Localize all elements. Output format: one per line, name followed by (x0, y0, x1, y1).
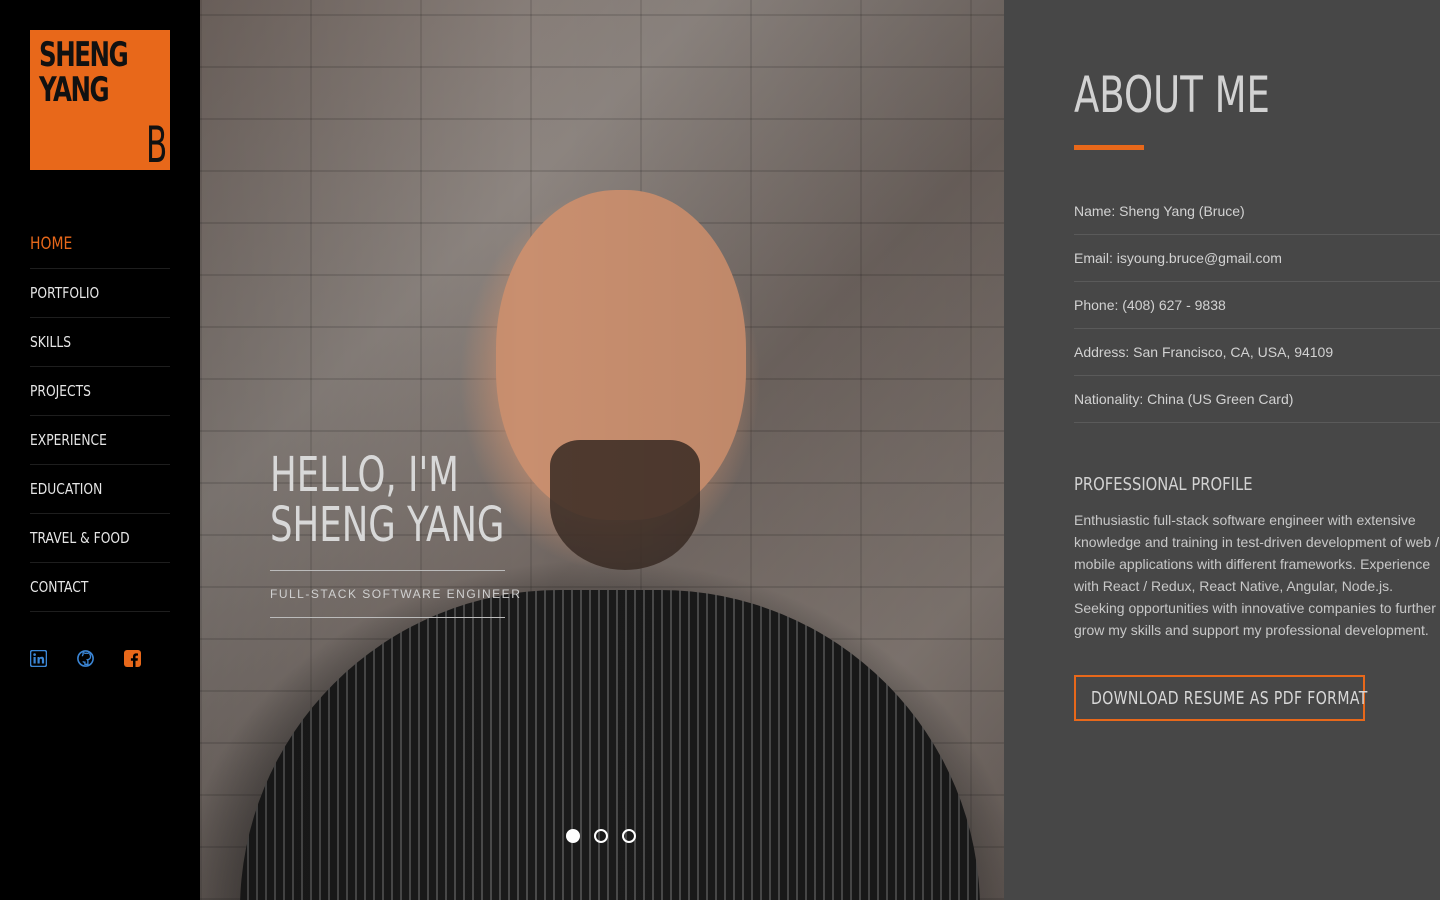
profile-text: Enthusiastic full-stack software enginee… (1074, 512, 1439, 638)
logo-line-1: SHENG (39, 35, 129, 75)
social-links (30, 650, 141, 667)
facebook-icon[interactable] (124, 650, 141, 667)
info-email: Email: isyoung.bruce@gmail.com (1074, 235, 1440, 282)
hero-tagline-box: FULL-STACK SOFTWARE ENGINEER (270, 570, 520, 618)
nav-item-label: SKILLS (30, 333, 72, 351)
logo[interactable]: SHENG YANG B (30, 30, 170, 170)
about-title: ABOUT ME (1074, 66, 1270, 124)
slider-dot-1[interactable] (566, 829, 580, 843)
nav-item-education[interactable]: EDUCATION (30, 465, 170, 514)
hero-slider: HELLO, I'M SHENG YANG FULL-STACK SOFTWAR… (200, 0, 1004, 900)
main-nav: HOME PORTFOLIO SKILLS PROJECTS EXPERIENC… (30, 220, 170, 612)
nav-item-label: EDUCATION (30, 480, 103, 498)
nav-item-label: PORTFOLIO (30, 284, 100, 302)
hero-greeting: HELLO, I'M SHENG YANG (270, 450, 504, 550)
nav-item-projects[interactable]: PROJECTS (30, 367, 170, 416)
hero-greeting-line-2: SHENG YANG (270, 497, 505, 553)
nav-item-label: TRAVEL & FOOD (30, 529, 130, 547)
info-address: Address: San Francisco, CA, USA, 94109 (1074, 329, 1440, 376)
logo-line-2: YANG (39, 70, 110, 110)
nav-item-home[interactable]: HOME (30, 220, 170, 269)
about-panel: ABOUT ME Name: Sheng Yang (Bruce) Email:… (1004, 0, 1440, 900)
slider-dot-3[interactable] (622, 829, 636, 843)
nav-item-label: CONTACT (30, 578, 89, 596)
nav-item-skills[interactable]: SKILLS (30, 318, 170, 367)
info-phone: Phone: (408) 627 - 9838 (1074, 282, 1440, 329)
linkedin-icon[interactable] (30, 650, 47, 667)
slider-dot-2[interactable] (594, 829, 608, 843)
slider-pagination (566, 829, 636, 843)
personal-info-list: Name: Sheng Yang (Bruce) Email: isyoung.… (1074, 188, 1440, 423)
title-underline (1074, 145, 1144, 150)
nav-item-experience[interactable]: EXPERIENCE (30, 416, 170, 465)
github-icon[interactable] (77, 650, 94, 667)
hero-tagline: FULL-STACK SOFTWARE ENGINEER (270, 587, 522, 601)
nav-item-contact[interactable]: CONTACT (30, 563, 170, 612)
nav-item-label: EXPERIENCE (30, 431, 107, 449)
nav-item-label: HOME (30, 234, 73, 254)
profile-heading: PROFESSIONAL PROFILE (1074, 474, 1253, 495)
info-name: Name: Sheng Yang (Bruce) (1074, 188, 1440, 235)
info-nationality: Nationality: China (US Green Card) (1074, 376, 1440, 423)
nav-item-portfolio[interactable]: PORTFOLIO (30, 269, 170, 318)
nav-item-label: PROJECTS (30, 382, 91, 400)
download-resume-button[interactable]: DOWNLOAD RESUME AS PDF FORMAT (1074, 675, 1368, 721)
hero-greeting-line-1: HELLO, I'M (270, 447, 459, 503)
sidebar: SHENG YANG B HOME PORTFOLIO SKILLS PROJE… (0, 0, 200, 900)
logo-mark: B (145, 116, 167, 174)
nav-item-travel-food[interactable]: TRAVEL & FOOD (30, 514, 170, 563)
download-resume-label: DOWNLOAD RESUME AS PDF FORMAT (1091, 687, 1368, 709)
